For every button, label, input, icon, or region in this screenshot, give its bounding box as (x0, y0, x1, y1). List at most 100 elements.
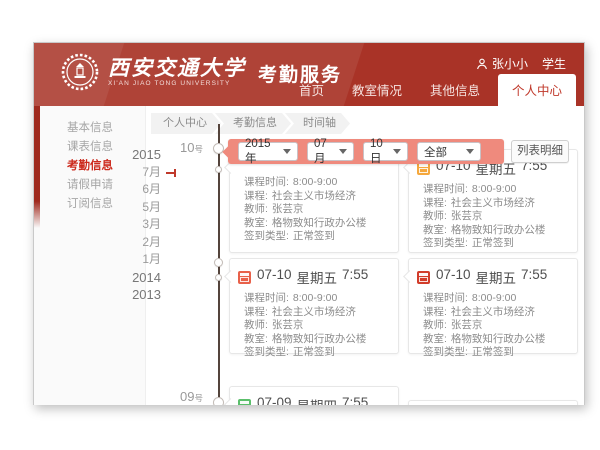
field-value: 张芸京 (272, 203, 304, 215)
breadcrumb-personal-center[interactable]: 个人中心 (151, 113, 221, 134)
field-classroom: 教室:格物致知行政办公楼 (244, 333, 392, 347)
field-value: 格物致知行政办公楼 (451, 333, 546, 345)
calendar-icon (238, 399, 251, 406)
date-filter-bar: 2015年 07月 10日 全部 (228, 139, 504, 164)
nav-other-info[interactable]: 其他信息 (416, 74, 494, 106)
timeline-date-nav: 2015 7月 6月 5月 3月 2月 1月 2014 2013 (98, 146, 161, 304)
card-date-title: 07-10星期五7:55 (436, 267, 547, 287)
timeline-year-2014[interactable]: 2014 (98, 269, 161, 287)
field-label: 课程: (423, 197, 447, 209)
timeline-year-2013[interactable]: 2013 (98, 286, 161, 304)
card-date-title: 07-10星期五7:55 (257, 267, 368, 287)
field-label: 签到类型: (244, 346, 289, 358)
field-value: 正常签到 (293, 346, 335, 358)
university-name: 西安交通大学 XI'AN JIAO TONG UNIVERSITY (108, 57, 246, 87)
field-teacher: 教师:张芸京 (423, 319, 571, 333)
person-icon (476, 58, 488, 70)
timeline-month-jun[interactable]: 6月 (98, 181, 161, 199)
field-classroom: 教室: 格物致知行政办公楼 (423, 333, 571, 347)
card-time: 7:55 (342, 395, 368, 405)
field-value: 社会主义市场经济 (451, 306, 535, 318)
day-marker-09: 09号 (180, 389, 203, 404)
timeline-month-jan[interactable]: 1月 (98, 251, 161, 269)
attendance-card: 07-09星期四7:55 (229, 386, 399, 405)
card-date: 07-10 (257, 267, 292, 287)
field-value: 正常签到 (472, 237, 514, 249)
field-teacher: 教师: 张芸京 (244, 203, 392, 217)
top-nav: 首页 教室情况 其他信息 个人中心 (285, 74, 576, 106)
day-number: 09 (180, 389, 194, 404)
field-value: 8:00-9:00 (472, 183, 516, 195)
field-label: 教师: (244, 203, 268, 215)
year-dropdown[interactable]: 2015年 (238, 142, 298, 161)
card-header: 07-10星期五7:55 (230, 259, 398, 290)
field-label: 教室: (423, 224, 447, 236)
field-label: 教师: (244, 319, 268, 331)
card-fields: 课程时间:8:00-9:00 课程:社会主义市场经济 教师:张芸京 教室:格物致… (230, 290, 398, 360)
field-course-time: 课程时间:8:00-9:00 (244, 176, 392, 190)
user-role: 学生 (542, 55, 566, 72)
field-teacher: 教师:张芸京 (244, 319, 392, 333)
day-dropdown-value: 10日 (370, 138, 389, 166)
timeline-month-mar[interactable]: 3月 (98, 216, 161, 234)
field-value: 格物致知行政办公楼 (272, 217, 367, 229)
day-suffix: 号 (194, 393, 203, 403)
field-value: 张芸京 (451, 210, 483, 222)
field-value: 8:00-9:00 (472, 292, 516, 304)
day-number: 10 (180, 140, 194, 155)
day-dropdown[interactable]: 10日 (363, 142, 408, 161)
field-course-time: 课程时间:8:00-9:00 (423, 183, 571, 197)
chevron-down-icon (339, 149, 347, 154)
field-value: 社会主义市场经济 (272, 306, 356, 318)
month-dropdown[interactable]: 07月 (307, 142, 354, 161)
attendance-card: 07-10星期五7:55 课程时间:8:00-9:00 课程:社会主义市场经济 … (408, 258, 578, 354)
app-header: 西安交通大学 XI'AN JIAO TONG UNIVERSITY 考勤服务 张… (34, 43, 584, 106)
field-value: 正常签到 (293, 230, 335, 242)
type-dropdown-value: 全部 (424, 144, 447, 160)
nav-home[interactable]: 首页 (285, 74, 338, 106)
year-dropdown-value: 2015年 (245, 138, 279, 166)
field-course: 课程:社会主义市场经济 (244, 306, 392, 320)
attendance-card-peek (408, 400, 578, 405)
card-time: 7:55 (521, 267, 547, 287)
field-course-time: 课程时间:8:00-9:00 (244, 292, 392, 306)
field-signin-type: 签到类型: 正常签到 (244, 230, 392, 244)
timeline-month-jul-current[interactable]: 7月 (98, 164, 161, 182)
breadcrumb-timeline[interactable]: 时间轴 (285, 113, 350, 134)
card-weekday: 星期五 (297, 267, 338, 287)
field-course: 课程:社会主义市场经济 (244, 190, 392, 204)
university-name-en: XI'AN JIAO TONG UNIVERSITY (108, 80, 246, 87)
timeline-node (215, 274, 222, 281)
day-suffix: 号 (194, 144, 203, 154)
app-window: 西安交通大学 XI'AN JIAO TONG UNIVERSITY 考勤服务 张… (33, 42, 585, 405)
field-label: 课程: (244, 190, 268, 202)
university-name-cn: 西安交通大学 (108, 57, 246, 79)
field-value: 格物致知行政办公楼 (272, 333, 367, 345)
card-time: 7:55 (342, 267, 368, 287)
card-date: 07-10 (436, 267, 471, 287)
field-label: 教室: (423, 333, 447, 345)
list-detail-button[interactable]: 列表明细 (511, 140, 569, 163)
sidebar-item-basic-info[interactable]: 基本信息 (38, 119, 142, 138)
breadcrumb-attendance[interactable]: 考勤信息 (215, 113, 291, 134)
nav-personal-center-active[interactable]: 个人中心 (498, 74, 576, 106)
user-info[interactable]: 张小小 学生 (476, 55, 566, 72)
card-header: 07-09星期四7:55 (230, 387, 398, 405)
day-marker-10: 10号 (180, 140, 203, 155)
attendance-card: 07-10星期五7:55 课程时间:8:00-9:00 课程:社会主义市场经济 … (408, 149, 578, 253)
timeline-year-2015[interactable]: 2015 (98, 146, 161, 164)
chevron-down-icon (283, 149, 291, 154)
card-header: 07-10星期五7:55 (409, 259, 577, 290)
timeline-month-feb[interactable]: 2月 (98, 234, 161, 252)
type-dropdown[interactable]: 全部 (417, 142, 481, 161)
field-label: 教室: (244, 217, 268, 229)
field-signin-type: 签到类型:正常签到 (423, 346, 571, 360)
nav-classrooms[interactable]: 教室情况 (338, 74, 416, 106)
card-weekday: 星期四 (297, 395, 338, 405)
current-month-marker (166, 172, 174, 174)
field-course: 课程:社会主义市场经济 (423, 306, 571, 320)
field-value: 张芸京 (451, 319, 483, 331)
field-signin-type: 签到类型: 正常签到 (244, 346, 392, 360)
timeline-month-may[interactable]: 5月 (98, 199, 161, 217)
field-label: 签到类型: (244, 230, 289, 242)
